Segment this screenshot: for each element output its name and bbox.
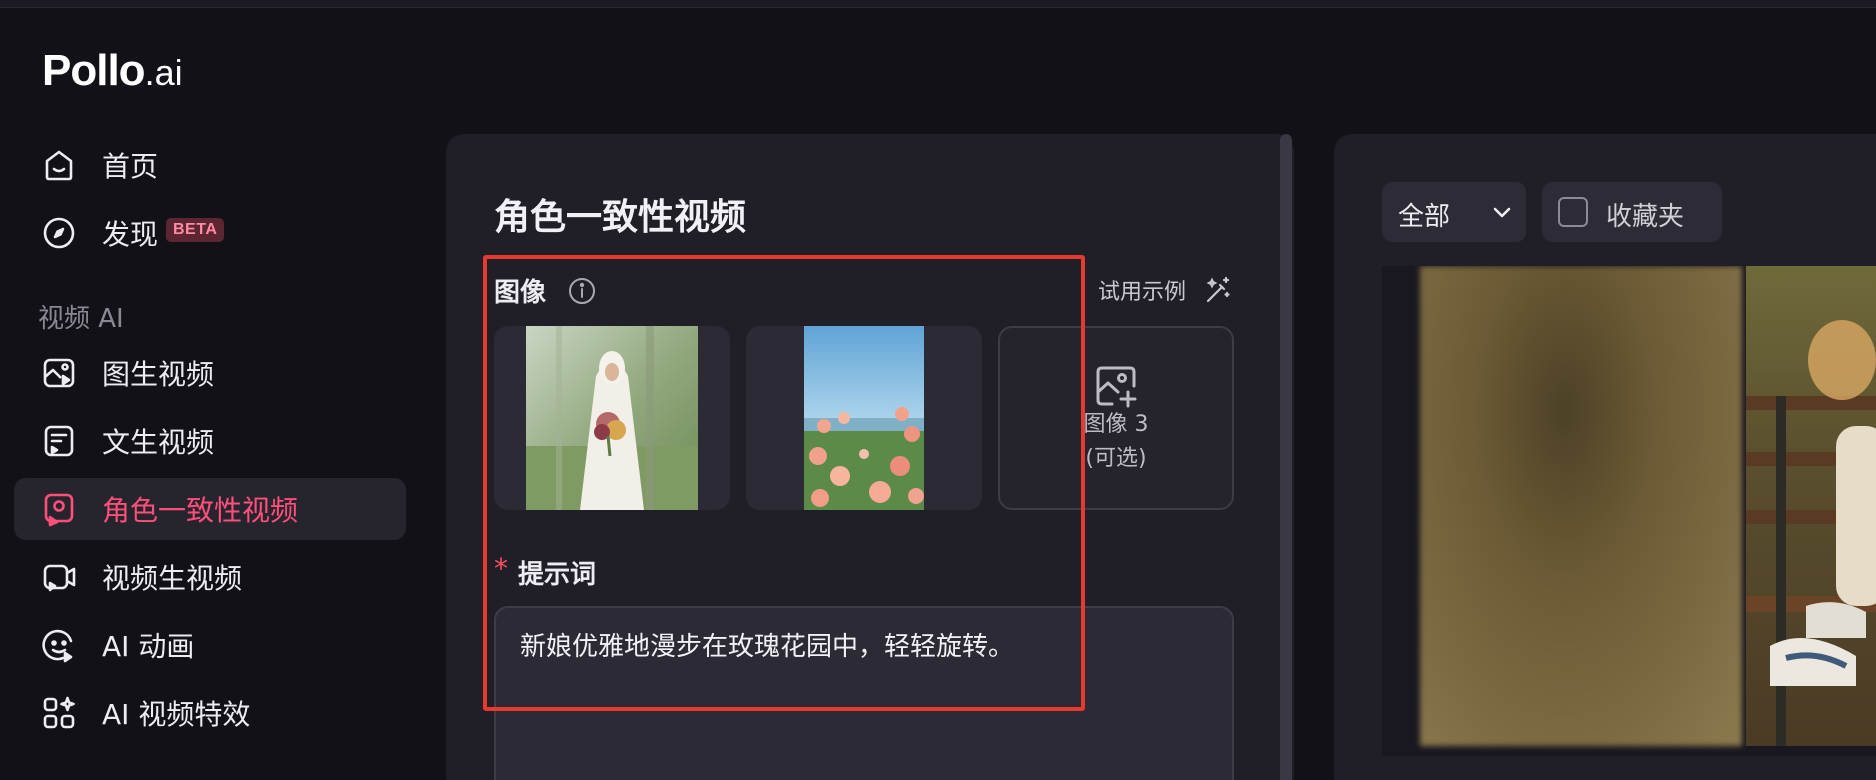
logo[interactable]: Pollo.ai (42, 46, 183, 96)
logo-main: Pollo (42, 46, 146, 95)
favorites-label: 收藏夹 (1606, 202, 1685, 232)
sidebar-item-label: 发现 (102, 218, 159, 251)
sidebar-item-label: 图生视频 (102, 358, 215, 391)
image-to-video-icon (40, 354, 78, 392)
sidebar-item-discover[interactable]: 发现 BETA (14, 202, 406, 264)
image-slot-3-upload[interactable]: 图像 3 (可选) (998, 326, 1234, 510)
sidebar-item-home[interactable]: 首页 (14, 134, 406, 196)
compass-icon (40, 214, 78, 252)
top-bar (0, 0, 1876, 8)
sidebar-item-ai-effects[interactable]: AI 视频特效 (14, 682, 406, 744)
sidebar-item-label: 视频生视频 (102, 562, 243, 595)
video-to-video-icon (40, 558, 78, 596)
sidebar-item-label: 文生视频 (102, 426, 215, 459)
page-title: 角色一致性视频 (494, 197, 747, 238)
rose-garden-photo (804, 326, 924, 510)
sidebar-item-label: AI 动画 (102, 630, 195, 663)
image-field-label: 图像 (494, 278, 547, 308)
try-example-button[interactable]: 试用示例 (1098, 274, 1186, 306)
magic-wand-icon[interactable] (1202, 275, 1232, 305)
logo-suffix: .ai (144, 52, 183, 93)
image-slot-2[interactable] (746, 326, 982, 510)
favorites-toggle[interactable]: 收藏夹 (1542, 182, 1722, 242)
info-icon[interactable] (567, 276, 597, 306)
add-image-icon (1092, 362, 1140, 410)
sidebar-item-character-video[interactable]: 角色一致性视频 (14, 478, 406, 540)
sidebar-item-label: 首页 (102, 150, 159, 183)
sidebar-item-ai-animation[interactable]: AI 动画 (14, 614, 406, 676)
main-panel-scrollbar[interactable] (1280, 134, 1292, 780)
upload-slot-optional: (可选) (1085, 446, 1147, 471)
prompt-field-label: 提示词 (518, 560, 597, 590)
prompt-text: 新娘优雅地漫步在玫瑰花园中，轻轻旋转。 (520, 632, 1015, 662)
character-video-icon (40, 490, 78, 528)
home-icon (40, 146, 78, 184)
bench-thumbnail (1746, 266, 1876, 746)
section-label-video-ai: 视频 AI (38, 304, 124, 334)
ai-effects-icon (40, 694, 78, 732)
blurred-thumbnail (1420, 266, 1742, 746)
ai-animation-icon (40, 626, 78, 664)
sidebar-item-label: 角色一致性视频 (102, 494, 299, 527)
bride-photo (526, 326, 698, 510)
filter-dropdown[interactable]: 全部 (1382, 182, 1526, 242)
upload-slot-title: 图像 3 (1083, 412, 1149, 437)
text-to-video-icon (40, 422, 78, 460)
sidebar-item-text-to-video[interactable]: 文生视频 (14, 410, 406, 472)
chevron-down-icon (1490, 200, 1514, 224)
image-slot-1[interactable] (494, 326, 730, 510)
sidebar-item-video-to-video[interactable]: 视频生视频 (14, 546, 406, 608)
filter-dropdown-value: 全部 (1398, 202, 1451, 232)
sidebar-item-label: AI 视频特效 (102, 698, 251, 731)
beta-badge: BETA (166, 218, 225, 242)
prompt-textarea[interactable]: 新娘优雅地漫步在玫瑰花园中，轻轻旋转。 (494, 606, 1234, 780)
favorites-checkbox[interactable] (1558, 197, 1588, 227)
sidebar-item-image-to-video[interactable]: 图生视频 (14, 342, 406, 404)
video-preview-area[interactable] (1382, 266, 1876, 756)
required-mark: * (494, 552, 508, 585)
